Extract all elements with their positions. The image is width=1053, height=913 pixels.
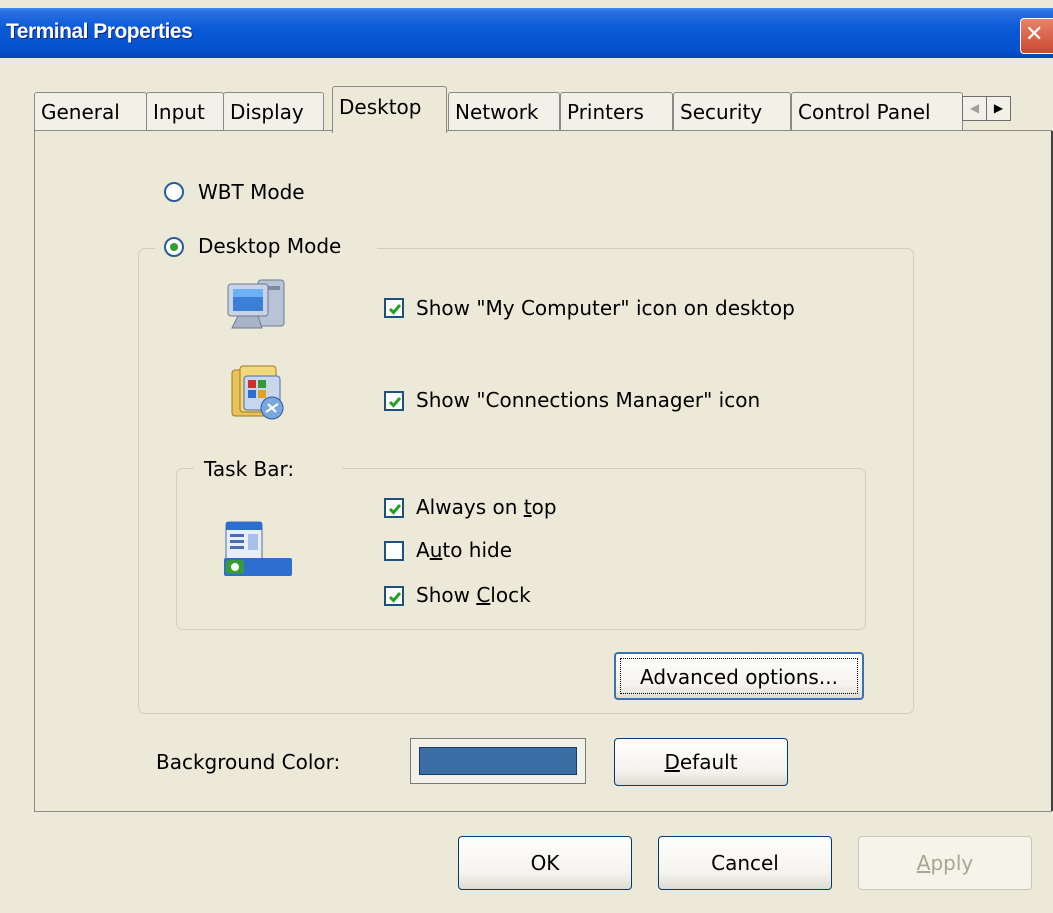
show-clock-label: Show Clock xyxy=(416,583,531,607)
tab-desktop[interactable]: Desktop xyxy=(332,86,447,133)
taskbar-group-label: Task Bar: xyxy=(204,457,295,481)
arrow-right-icon: ▶ xyxy=(993,101,1004,115)
always-on-top-label: Always on top xyxy=(416,495,557,519)
show-connections-manager-checkbox[interactable] xyxy=(384,391,404,411)
close-button[interactable]: ✕ xyxy=(1020,18,1053,54)
tab-input[interactable]: Input xyxy=(146,92,224,130)
show-clock-checkbox[interactable] xyxy=(384,586,404,606)
tab-printers[interactable]: Printers xyxy=(560,92,673,130)
tab-display[interactable]: Display xyxy=(223,92,324,130)
tab-general[interactable]: General xyxy=(34,92,147,130)
ok-button[interactable]: OK xyxy=(458,836,632,890)
desktop-mode-label: Desktop Mode xyxy=(198,234,342,258)
title-bar: Terminal Properties ✕ xyxy=(0,8,1053,58)
auto-hide-checkbox[interactable] xyxy=(384,541,404,561)
background-color-swatch-button[interactable] xyxy=(410,738,586,784)
show-my-computer-label: Show "My Computer" icon on desktop xyxy=(416,296,795,320)
tab-network[interactable]: Network xyxy=(448,92,560,130)
taskbar-icon xyxy=(224,521,292,576)
connections-manager-icon xyxy=(231,365,284,420)
apply-button[interactable]: Apply xyxy=(858,836,1032,890)
tab-security[interactable]: Security xyxy=(673,92,791,130)
my-computer-icon xyxy=(227,279,285,329)
cancel-button[interactable]: Cancel xyxy=(658,836,832,890)
background-color-swatch xyxy=(419,747,577,775)
wbt-mode-radio[interactable] xyxy=(164,182,184,202)
always-on-top-checkbox[interactable] xyxy=(384,498,404,518)
arrow-left-icon: ◀ xyxy=(969,101,980,115)
auto-hide-label: Auto hide xyxy=(416,538,513,562)
default-button[interactable]: Default xyxy=(614,738,788,786)
tab-scroll-left-button[interactable]: ◀ xyxy=(962,96,987,121)
close-icon: ✕ xyxy=(1025,22,1044,47)
tab-control-panel[interactable]: Control Panel xyxy=(791,92,963,130)
desktop-mode-radio[interactable] xyxy=(164,237,184,257)
window-title: Terminal Properties xyxy=(6,20,193,43)
background-color-label: Background Color: xyxy=(156,750,341,774)
tab-scroll-right-button[interactable]: ▶ xyxy=(986,96,1011,121)
show-my-computer-checkbox[interactable] xyxy=(384,298,404,318)
show-connections-manager-label: Show "Connections Manager" icon xyxy=(416,388,761,412)
advanced-options-button[interactable]: Advanced options... xyxy=(614,652,864,700)
wbt-mode-label: WBT Mode xyxy=(198,180,305,204)
